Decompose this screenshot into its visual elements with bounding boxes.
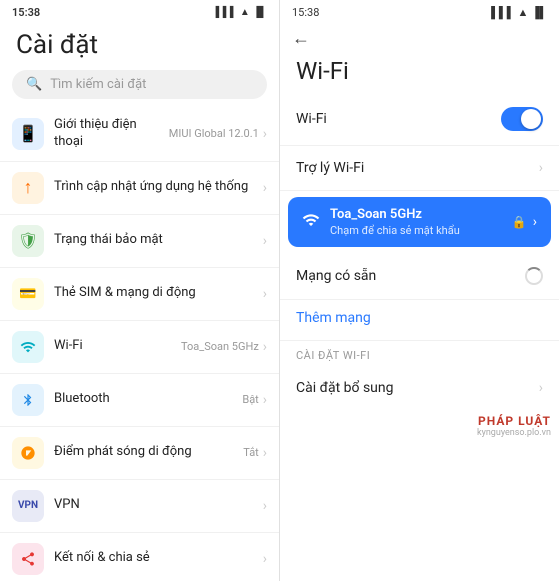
settings-item-connection-share[interactable]: Kết nối & chia sẻ › <box>0 533 279 581</box>
toggle-knob <box>521 109 541 129</box>
wifi-icon-item <box>12 331 44 363</box>
bluetooth-content: Bluetooth <box>54 391 242 408</box>
wifi-status-icon: ▲ <box>518 6 529 19</box>
wifi-chevron: › <box>263 339 267 355</box>
wifi-settings-section-label: CÀI ĐẶT WI-FI <box>280 341 559 366</box>
add-network-button[interactable]: Thêm mạng <box>280 300 559 336</box>
connected-info: Toa_Soan 5GHz Chạm để chia sẻ mật khẩu <box>330 207 512 237</box>
sim-content: Thẻ SIM & mạng di động <box>54 285 263 302</box>
lock-icon: 🔒 <box>512 215 527 229</box>
about-phone-chevron: › <box>263 126 267 142</box>
wifi-additional-settings[interactable]: Cài đặt bổ sung › <box>280 366 559 410</box>
battery-icon-left: ▐▌ <box>253 7 267 18</box>
settings-title: Cài đặt <box>0 22 279 66</box>
time-left: 15:38 <box>12 6 40 19</box>
security-title: Trạng thái bảo mật <box>54 232 263 249</box>
wifi-content: Wi-Fi <box>54 338 181 355</box>
wifi-additional-label: Cài đặt bổ sung <box>296 380 394 396</box>
connected-wifi-icon <box>302 211 320 233</box>
connection-chevron: › <box>263 551 267 567</box>
settings-item-about-phone[interactable]: 📱 Giới thiệu điện thoại MIUI Global 12.0… <box>0 107 279 162</box>
system-update-icon: ↑ <box>12 172 44 204</box>
wifi-content-list: Wi-Fi Trợ lý Wi-Fi › Toa_Soan 5GHz <box>280 93 559 581</box>
search-placeholder: Tìm kiếm cài đặt <box>50 77 146 92</box>
settings-panel: 15:38 ▌▌▌ ▲ ▐▌ Cài đặt 🔍 Tìm kiếm cài đặ… <box>0 0 280 581</box>
bluetooth-chevron: › <box>263 392 267 408</box>
connection-title: Kết nối & chia sẻ <box>54 550 263 567</box>
hotspot-icon <box>12 437 44 469</box>
wifi-header: ← <box>280 22 559 53</box>
watermark-url: kynguyenso.plo.vn <box>280 428 551 438</box>
settings-item-sim[interactable]: 💳 Thẻ SIM & mạng di động › <box>0 268 279 321</box>
hotspot-title: Điểm phát sóng di động <box>54 444 243 461</box>
status-bar-left: 15:38 ▌▌▌ ▲ ▐▌ <box>0 0 279 22</box>
wifi-assistant-row[interactable]: Trợ lý Wi-Fi › <box>280 146 559 191</box>
settings-item-wifi[interactable]: Wi-Fi Toa_Soan 5GHz › <box>0 321 279 374</box>
security-icon: 🛡 <box>12 225 44 257</box>
wifi-toggle-label: Wi-Fi <box>296 111 327 127</box>
wifi-title: Wi-Fi <box>280 53 559 93</box>
wifi-settings-chevron: › <box>539 380 543 396</box>
about-phone-title: Giới thiệu điện thoại <box>54 117 169 151</box>
vpn-title: VPN <box>54 497 263 514</box>
about-phone-icon: 📱 <box>12 118 44 150</box>
bluetooth-icon <box>12 384 44 416</box>
wifi-toggle-switch[interactable] <box>501 107 543 131</box>
status-icons-left: ▌▌▌ ▲ ▐▌ <box>216 7 267 18</box>
wifi-value: Toa_Soan 5GHz <box>181 340 259 353</box>
battery-icon-right: ▐▌ <box>531 6 547 19</box>
about-phone-value: MIUI Global 12.0.1 <box>169 127 259 140</box>
settings-list: 📱 Giới thiệu điện thoại MIUI Global 12.0… <box>0 107 279 581</box>
hotspot-value: Tắt <box>243 446 259 459</box>
system-update-content: Trình cập nhật ứng dụng hệ thống <box>54 179 263 196</box>
connection-content: Kết nối & chia sẻ <box>54 550 263 567</box>
wifi-toggle-row[interactable]: Wi-Fi <box>280 93 559 146</box>
wifi-assistant-chevron: › <box>539 160 543 176</box>
settings-item-security[interactable]: 🛡 Trạng thái bảo mật › <box>0 215 279 268</box>
connected-chevron: › <box>533 214 537 230</box>
wifi-settings-section: CÀI ĐẶT WI-FI Cài đặt bổ sung › <box>280 340 559 410</box>
settings-item-system-update[interactable]: ↑ Trình cập nhật ứng dụng hệ thống › <box>0 162 279 215</box>
status-bar-right: 15:38 ▌▌▌ ▲ ▐▌ <box>280 0 559 22</box>
watermark: PHÁP LUẬT kynguyenso.plo.vn <box>280 410 559 442</box>
wifi-panel: 15:38 ▌▌▌ ▲ ▐▌ ← Wi-Fi Wi-Fi Trợ lý Wi <box>280 0 559 581</box>
watermark-brand: PHÁP LUẬT <box>280 414 551 428</box>
status-icons-right: ▌▌▌ ▲ ▐▌ <box>491 6 547 19</box>
connected-network-hint: Chạm để chia sẻ mật khẩu <box>330 224 512 237</box>
back-button[interactable]: ← <box>292 28 310 49</box>
connected-network[interactable]: Toa_Soan 5GHz Chạm để chia sẻ mật khẩu 🔒… <box>288 197 551 247</box>
sim-title: Thẻ SIM & mạng di động <box>54 285 263 302</box>
signal-icon-right: ▌▌▌ <box>491 6 514 19</box>
hotspot-chevron: › <box>263 445 267 461</box>
settings-item-vpn[interactable]: VPN VPN › <box>0 480 279 533</box>
about-phone-content: Giới thiệu điện thoại <box>54 117 169 151</box>
bluetooth-value: Bật <box>242 393 258 406</box>
loading-spinner <box>525 267 543 285</box>
system-update-title: Trình cập nhật ứng dụng hệ thống <box>54 179 263 196</box>
system-update-chevron: › <box>263 180 267 196</box>
time-right: 15:38 <box>292 6 319 19</box>
vpn-content: VPN <box>54 497 263 514</box>
settings-item-bluetooth[interactable]: Bluetooth Bật › <box>0 374 279 427</box>
connected-network-container: Toa_Soan 5GHz Chạm để chia sẻ mật khẩu 🔒… <box>280 197 559 247</box>
wifi-assistant-label: Trợ lý Wi-Fi <box>296 160 364 176</box>
settings-item-hotspot[interactable]: Điểm phát sóng di động Tắt › <box>0 427 279 480</box>
sim-chevron: › <box>263 286 267 302</box>
connected-network-name: Toa_Soan 5GHz <box>330 207 512 222</box>
wifi-icon-left: ▲ <box>240 7 250 18</box>
available-label: Mạng có sẵn <box>296 268 376 284</box>
security-content: Trạng thái bảo mật <box>54 232 263 249</box>
vpn-chevron: › <box>263 498 267 514</box>
security-chevron: › <box>263 233 267 249</box>
signal-icon: ▌▌▌ <box>216 7 237 18</box>
search-bar[interactable]: 🔍 Tìm kiếm cài đặt <box>12 70 267 99</box>
available-networks-row: Mạng có sẵn <box>280 253 559 300</box>
connection-icon <box>12 543 44 575</box>
hotspot-content: Điểm phát sóng di động <box>54 444 243 461</box>
wifi-title: Wi-Fi <box>54 338 181 355</box>
bluetooth-title: Bluetooth <box>54 391 242 408</box>
search-icon: 🔍 <box>26 77 42 92</box>
vpn-icon: VPN <box>12 490 44 522</box>
sim-icon: 💳 <box>12 278 44 310</box>
